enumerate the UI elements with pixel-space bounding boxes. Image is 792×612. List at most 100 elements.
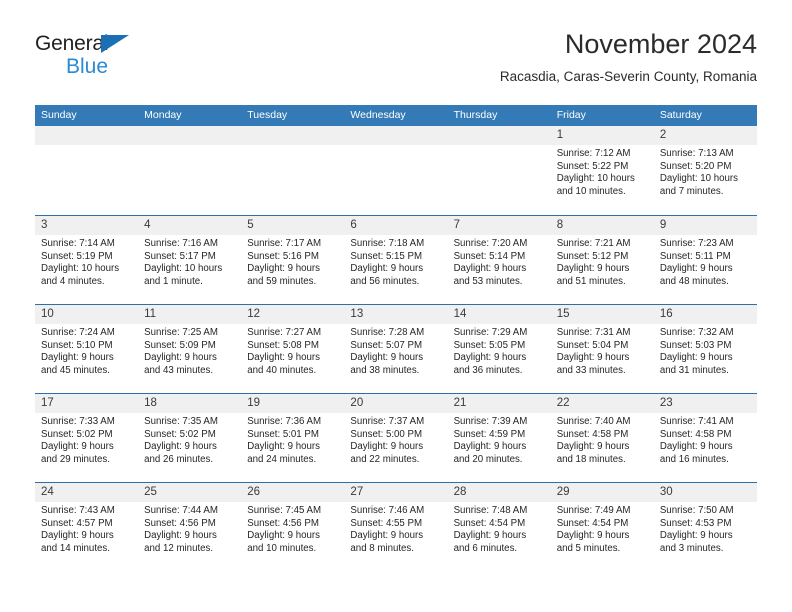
sunrise-text: Sunrise: 7:14 AM — [41, 238, 115, 249]
day-number — [35, 126, 139, 145]
daylight-text-line1: Daylight: 9 hours — [556, 441, 630, 453]
sunrise-text: Sunrise: 7:45 AM — [247, 505, 322, 516]
sun-info: Sunrise: 7:12 AM Sunset: 5:22 PM Daylight:… — [551, 145, 654, 198]
daylight-text-line1: Daylight: 9 hours — [453, 530, 527, 542]
daylight-text-line2: and 16 minutes. — [659, 453, 729, 465]
sunset-text: Sunset: 4:53 PM — [659, 517, 732, 529]
sunset-text: Sunset: 5:20 PM — [659, 160, 732, 172]
day-cell-empty — [447, 126, 551, 215]
daylight-text-line2: and 53 minutes. — [453, 275, 523, 287]
sunrise-text: Sunrise: 7:50 AM — [659, 505, 734, 516]
day-cell-16[interactable]: 16 Sunrise: 7:32 AM Sunset: 5:03 PM Dayligh… — [653, 305, 757, 393]
day-of-week-wednesday: Wednesday — [350, 109, 406, 121]
daylight-text-line1: Daylight: 9 hours — [350, 263, 424, 275]
daylight-text-line1: Daylight: 10 hours — [659, 173, 738, 185]
day-of-week-friday: Friday — [556, 109, 586, 121]
sun-info: Sunrise: 7:37 AM Sunset: 5:00 PM Daylight:… — [344, 413, 447, 466]
day-cell-26[interactable]: 26 Sunrise: 7:45 AM Sunset: 4:56 PM Dayligh… — [241, 483, 345, 571]
daylight-text-line1: Daylight: 9 hours — [453, 352, 527, 364]
day-of-week-monday: Monday — [144, 109, 182, 121]
day-cell-10[interactable]: 10 Sunrise: 7:24 AM Sunset: 5:10 PM Dayligh… — [35, 305, 139, 393]
sun-info: Sunrise: 7:45 AM Sunset: 4:56 PM Daylight:… — [241, 502, 344, 555]
brand-logo[interactable]: General Blue — [35, 32, 235, 82]
daylight-text-line2: and 8 minutes. — [350, 542, 414, 554]
day-cell-3[interactable]: 3 Sunrise: 7:14 AM Sunset: 5:19 PM Daylight… — [35, 216, 139, 304]
day-cell-1[interactable]: 1 Sunrise: 7:12 AM Sunset: 5:22 PM Daylight… — [550, 126, 654, 215]
day-cell-empty — [344, 126, 448, 215]
day-cell-22[interactable]: 22 Sunrise: 7:40 AM Sunset: 4:58 PM Dayligh… — [550, 394, 654, 482]
sunset-text: Sunset: 5:15 PM — [350, 250, 423, 262]
day-cell-21[interactable]: 21 Sunrise: 7:39 AM Sunset: 4:59 PM Dayligh… — [447, 394, 551, 482]
sunset-text: Sunset: 5:17 PM — [144, 250, 216, 262]
daylight-text-line2: and 24 minutes. — [247, 453, 317, 465]
day-cell-5[interactable]: 5 Sunrise: 7:17 AM Sunset: 5:16 PM Daylight… — [241, 216, 345, 304]
sun-info: Sunrise: 7:20 AM Sunset: 5:14 PM Daylight:… — [448, 235, 551, 288]
day-number: 11 — [138, 305, 242, 324]
day-cell-24[interactable]: 24 Sunrise: 7:43 AM Sunset: 4:57 PM Dayligh… — [35, 483, 139, 571]
day-number: 3 — [35, 216, 139, 235]
day-cell-20[interactable]: 20 Sunrise: 7:37 AM Sunset: 5:00 PM Dayligh… — [344, 394, 448, 482]
day-cell-2[interactable]: 2 Sunrise: 7:13 AM Sunset: 5:20 PM Daylight… — [653, 126, 757, 215]
sunrise-text: Sunrise: 7:48 AM — [453, 505, 528, 516]
day-number: 10 — [35, 305, 139, 324]
day-cell-28[interactable]: 28 Sunrise: 7:48 AM Sunset: 4:54 PM Dayligh… — [447, 483, 551, 571]
sunrise-text: Sunrise: 7:16 AM — [144, 238, 218, 249]
day-cell-23[interactable]: 23 Sunrise: 7:41 AM Sunset: 4:58 PM Dayligh… — [653, 394, 757, 482]
sunrise-text: Sunrise: 7:36 AM — [247, 416, 322, 427]
sun-info: Sunrise: 7:17 AM Sunset: 5:16 PM Daylight:… — [241, 235, 344, 288]
sunrise-text: Sunrise: 7:21 AM — [556, 238, 631, 249]
day-cell-13[interactable]: 13 Sunrise: 7:28 AM Sunset: 5:07 PM Dayligh… — [344, 305, 448, 393]
day-of-week-saturday: Saturday — [659, 109, 702, 121]
day-cell-30[interactable]: 30 Sunrise: 7:50 AM Sunset: 4:53 PM Dayligh… — [653, 483, 757, 571]
day-cell-15[interactable]: 15 Sunrise: 7:31 AM Sunset: 5:04 PM Dayligh… — [550, 305, 654, 393]
daylight-text-line1: Daylight: 9 hours — [556, 352, 630, 364]
sun-info: Sunrise: 7:36 AM Sunset: 5:01 PM Daylight:… — [241, 413, 344, 466]
day-cell-29[interactable]: 29 Sunrise: 7:49 AM Sunset: 4:54 PM Dayligh… — [550, 483, 654, 571]
sunset-text: Sunset: 4:54 PM — [556, 517, 629, 529]
sunrise-text: Sunrise: 7:20 AM — [453, 238, 528, 249]
location-subtitle: Racasdia, Caras-Severin County, Romania — [499, 69, 757, 84]
day-cell-17[interactable]: 17 Sunrise: 7:33 AM Sunset: 5:02 PM Dayligh… — [35, 394, 139, 482]
calendar-page: General Blue November 2024 Racasdia, Car… — [0, 0, 792, 612]
day-cell-4[interactable]: 4 Sunrise: 7:16 AM Sunset: 5:17 PM Daylight… — [138, 216, 242, 304]
calendar-week-row: 17 Sunrise: 7:33 AM Sunset: 5:02 PM Dayligh… — [35, 393, 757, 482]
daylight-text-line1: Daylight: 9 hours — [247, 352, 320, 364]
day-cell-19[interactable]: 19 Sunrise: 7:36 AM Sunset: 5:01 PM Dayligh… — [241, 394, 345, 482]
sun-info: Sunrise: 7:16 AM Sunset: 5:17 PM Daylight:… — [138, 235, 241, 288]
sunrise-text: Sunrise: 7:41 AM — [659, 416, 734, 427]
day-cell-12[interactable]: 12 Sunrise: 7:27 AM Sunset: 5:08 PM Dayligh… — [241, 305, 345, 393]
sunrise-text: Sunrise: 7:33 AM — [41, 416, 115, 427]
day-cell-27[interactable]: 27 Sunrise: 7:46 AM Sunset: 4:55 PM Dayligh… — [344, 483, 448, 571]
daylight-text-line2: and 56 minutes. — [350, 275, 420, 287]
daylight-text-line1: Daylight: 9 hours — [350, 441, 424, 453]
sunset-text: Sunset: 5:19 PM — [41, 250, 113, 262]
daylight-text-line1: Daylight: 9 hours — [41, 530, 114, 542]
sunrise-text: Sunrise: 7:17 AM — [247, 238, 322, 249]
daylight-text-line2: and 10 minutes. — [247, 542, 317, 554]
sun-info: Sunrise: 7:35 AM Sunset: 5:02 PM Daylight:… — [138, 413, 241, 466]
day-cell-6[interactable]: 6 Sunrise: 7:18 AM Sunset: 5:15 PM Daylight… — [344, 216, 448, 304]
day-cell-8[interactable]: 8 Sunrise: 7:21 AM Sunset: 5:12 PM Daylight… — [550, 216, 654, 304]
day-of-week-thursday: Thursday — [453, 109, 498, 121]
day-number — [241, 126, 345, 145]
day-cell-14[interactable]: 14 Sunrise: 7:29 AM Sunset: 5:05 PM Dayligh… — [447, 305, 551, 393]
sunset-text: Sunset: 5:04 PM — [556, 339, 629, 351]
daylight-text-line1: Daylight: 9 hours — [453, 441, 527, 453]
sun-info: Sunrise: 7:39 AM Sunset: 4:59 PM Daylight:… — [448, 413, 551, 466]
sunset-text: Sunset: 5:14 PM — [453, 250, 526, 262]
brand-logo-bottom: Blue — [35, 55, 235, 79]
sunrise-text: Sunrise: 7:31 AM — [556, 327, 631, 338]
sun-info: Sunrise: 7:23 AM Sunset: 5:11 PM Daylight:… — [654, 235, 757, 288]
day-cell-9[interactable]: 9 Sunrise: 7:23 AM Sunset: 5:11 PM Daylight… — [653, 216, 757, 304]
day-cell-11[interactable]: 11 Sunrise: 7:25 AM Sunset: 5:09 PM Dayligh… — [138, 305, 242, 393]
day-cell-empty — [138, 126, 242, 215]
sunset-text: Sunset: 5:03 PM — [659, 339, 732, 351]
calendar-weeks: 1 Sunrise: 7:12 AM Sunset: 5:22 PM Daylight… — [35, 126, 757, 571]
day-cell-7[interactable]: 7 Sunrise: 7:20 AM Sunset: 5:14 PM Daylight… — [447, 216, 551, 304]
sunrise-text: Sunrise: 7:13 AM — [659, 148, 734, 159]
day-cell-18[interactable]: 18 Sunrise: 7:35 AM Sunset: 5:02 PM Dayligh… — [138, 394, 242, 482]
day-number: 21 — [447, 394, 551, 413]
day-number: 30 — [653, 483, 757, 502]
sun-info: Sunrise: 7:13 AM Sunset: 5:20 PM Daylight:… — [654, 145, 757, 198]
day-cell-25[interactable]: 25 Sunrise: 7:44 AM Sunset: 4:56 PM Dayligh… — [138, 483, 242, 571]
